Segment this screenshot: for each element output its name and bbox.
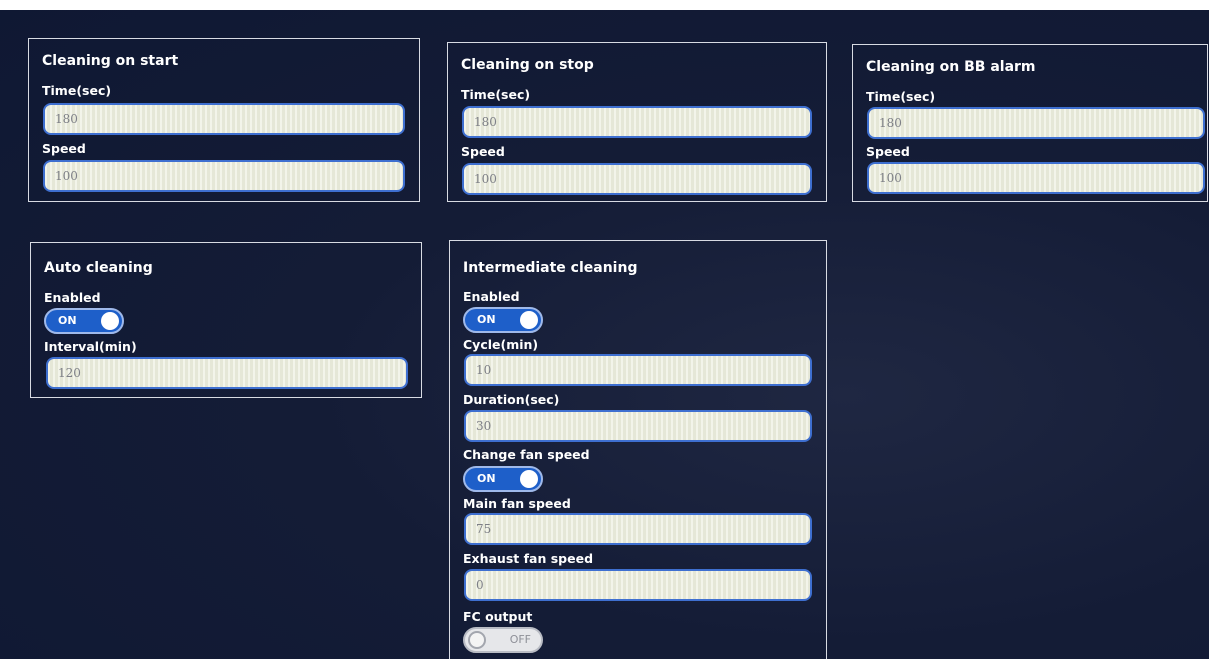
auto-enabled-toggle[interactable]: ON <box>44 308 124 334</box>
exhaust-fan-speed-label: Exhaust fan speed <box>463 551 594 566</box>
main-fan-speed-input[interactable] <box>464 513 812 545</box>
stop-speed-input[interactable] <box>462 163 812 195</box>
bb-alarm-speed-input[interactable] <box>867 162 1205 194</box>
start-speed-input[interactable] <box>43 160 405 192</box>
toggle-state: OFF <box>509 633 531 646</box>
fc-output-toggle[interactable]: OFF <box>463 627 543 653</box>
panel-title: Auto cleaning <box>44 260 153 276</box>
panel-title: Cleaning on stop <box>461 57 594 73</box>
panel-title: Cleaning on start <box>42 53 179 69</box>
duration-label: Duration(sec) <box>463 392 560 407</box>
panel-cleaning-on-stop: Cleaning on stop Time(sec) Speed <box>447 42 827 202</box>
panel-title: Cleaning on BB alarm <box>866 59 1036 75</box>
change-fan-speed-toggle[interactable]: ON <box>463 466 543 492</box>
main-fan-speed-label: Main fan speed <box>463 496 571 511</box>
speed-label: Speed <box>461 144 505 159</box>
duration-input[interactable] <box>464 410 812 442</box>
toggle-knob <box>520 311 538 329</box>
cleaning-settings-screen: Cleaning on start Time(sec) Speed Cleani… <box>0 0 1209 659</box>
interval-input[interactable] <box>46 357 408 389</box>
bb-alarm-time-input[interactable] <box>867 107 1205 139</box>
toggle-state: ON <box>477 472 496 485</box>
time-label: Time(sec) <box>461 87 531 102</box>
panel-cleaning-on-start: Cleaning on start Time(sec) Speed <box>28 38 420 202</box>
panel-cleaning-on-bb-alarm: Cleaning on BB alarm Time(sec) Speed <box>852 44 1208 202</box>
start-time-input[interactable] <box>43 103 405 135</box>
time-label: Time(sec) <box>866 89 936 104</box>
toggle-state: ON <box>58 314 77 327</box>
enabled-label: Enabled <box>44 290 101 305</box>
time-label: Time(sec) <box>42 83 112 98</box>
speed-label: Speed <box>42 141 86 156</box>
intermediate-enabled-toggle[interactable]: ON <box>463 307 543 333</box>
cycle-input[interactable] <box>464 354 812 386</box>
toggle-knob <box>468 631 486 649</box>
interval-label: Interval(min) <box>44 339 137 354</box>
panel-auto-cleaning: Auto cleaning Enabled ON Interval(min) <box>30 242 422 398</box>
cycle-label: Cycle(min) <box>463 337 539 352</box>
toggle-knob <box>520 470 538 488</box>
panel-title: Intermediate cleaning <box>463 260 638 276</box>
top-header-strip <box>0 0 1209 10</box>
toggle-knob <box>101 312 119 330</box>
enabled-label: Enabled <box>463 289 520 304</box>
speed-label: Speed <box>866 144 910 159</box>
change-fan-speed-label: Change fan speed <box>463 447 590 462</box>
toggle-state: ON <box>477 313 496 326</box>
fc-output-label: FC output <box>463 609 533 624</box>
panel-intermediate-cleaning: Intermediate cleaning Enabled ON Cycle(m… <box>449 240 827 659</box>
exhaust-fan-speed-input[interactable] <box>464 569 812 601</box>
stop-time-input[interactable] <box>462 106 812 138</box>
